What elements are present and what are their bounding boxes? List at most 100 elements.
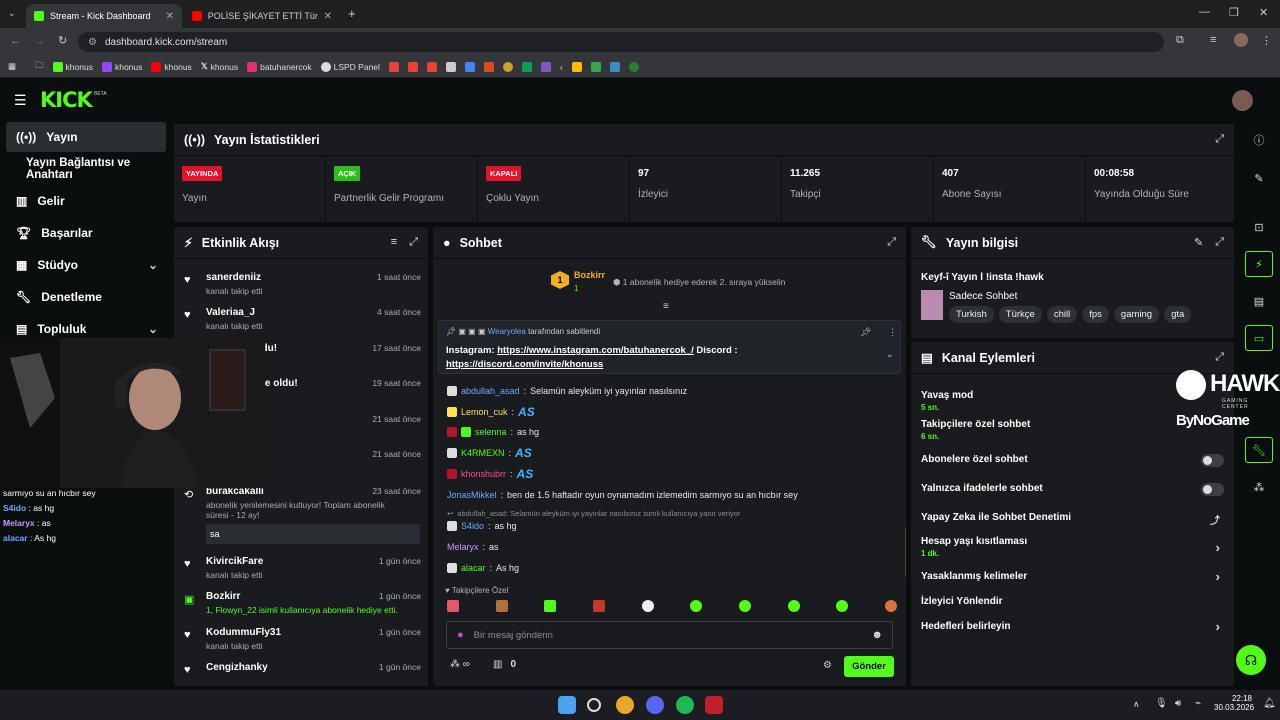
sidebar-item-gelir[interactable]: ▥ Gelir [6, 186, 166, 216]
edit-pencil-icon[interactable]: ✎ [1194, 236, 1203, 249]
subscribers-only-toggle[interactable] [1201, 454, 1224, 467]
store-button[interactable]: ▥ 0 [493, 659, 516, 670]
discord-link[interactable]: https://discord.com/invite/khonuss [446, 359, 603, 370]
action-ai-moderation[interactable]: Yapay Zeka ile Sohbet Denetimi ⤴ [921, 512, 1226, 527]
folder-icon[interactable]: 🗀 [35, 60, 44, 74]
chat-input[interactable]: ● Bir mesaj gönderin ☻ [446, 621, 893, 649]
chat-username[interactable]: Lemon_cuk [461, 407, 508, 417]
extensions-icon[interactable]: ⧉ [1176, 34, 1184, 47]
chat-username[interactable]: JonasMikkel [447, 490, 497, 500]
chat-username[interactable]: S4ido [461, 521, 484, 531]
action-banned-words[interactable]: Yasaklanmış kelimeler › [921, 569, 1226, 584]
unpin-icon[interactable]: 📌︎ [860, 327, 871, 338]
volume-icon[interactable]: 🔊︎ [1175, 698, 1181, 709]
forms-icon[interactable] [540, 61, 551, 72]
close-tab-icon[interactable]: ✕ [324, 11, 332, 22]
bookmark-youtube[interactable]: khonus [151, 61, 192, 72]
forward-icon[interactable]: → [34, 35, 45, 47]
maximize-icon[interactable]: ❐ [1229, 6, 1239, 19]
send-button[interactable]: Gönder [844, 656, 894, 677]
bookmark-icon[interactable] [502, 61, 513, 72]
apps-icon[interactable]: ⁂ [1245, 474, 1273, 500]
action-raid[interactable]: İzleyici Yönlendir [921, 596, 1226, 607]
popout-icon[interactable]: ⤢ [1215, 133, 1224, 146]
chat-username[interactable]: K4RMEXN [461, 448, 505, 458]
chat-username[interactable]: abdullah_asad [461, 386, 520, 396]
gmail-icon[interactable] [407, 61, 418, 72]
site-info-icon[interactable]: ⚙ [88, 37, 97, 48]
sidebar-item-yayin[interactable]: ((•)) Yayın [6, 122, 166, 152]
microphone-icon[interactable]: ● [457, 629, 464, 641]
popout-icon[interactable]: ⤢ [1215, 236, 1224, 249]
bookmark-icon[interactable] [483, 61, 494, 72]
stream-category[interactable]: Sadece Sohbet [949, 291, 1017, 302]
clock[interactable]: 22:18 30.03.2026 [1214, 694, 1254, 712]
chat-username[interactable]: selenna [475, 427, 507, 437]
bookmark-icon[interactable]: ‹ [560, 62, 563, 72]
popout-icon[interactable]: ⤢ [887, 236, 896, 249]
chat-bubble-icon[interactable]: ▭ [1245, 325, 1273, 351]
document-icon[interactable] [445, 61, 456, 72]
network-icon[interactable]: ⌁ [1195, 698, 1201, 709]
hamburger-menu-icon[interactable]: ☰ [14, 92, 27, 109]
edit-pencil-icon[interactable]: ✎ [1245, 165, 1273, 191]
notes-icon[interactable]: ▤ [1245, 288, 1273, 314]
more-options-icon[interactable]: ⋮ [888, 327, 897, 338]
address-bar[interactable]: ⚙ dashboard.kick.com/stream [78, 32, 1164, 52]
menu-icon[interactable]: ⋮ [1261, 34, 1272, 47]
apps-icon[interactable]: ▦ [8, 61, 16, 72]
support-icon[interactable]: ☊ [1236, 645, 1266, 675]
gmail-icon[interactable] [388, 61, 399, 72]
emote-icon[interactable] [690, 600, 703, 612]
close-window-icon[interactable]: ✕ [1259, 6, 1268, 19]
emote-icon[interactable] [592, 600, 605, 612]
gifter-name[interactable]: Bozkirr [574, 270, 605, 280]
camera-icon[interactable]: ⊡ [1245, 214, 1273, 240]
chevron-down-icon[interactable]: ⌄ [886, 349, 894, 360]
sidebar-item-basarilar[interactable]: 🏆︎ Başarılar [6, 218, 166, 248]
sidebar-item-stream-key[interactable]: Yayın Bağlantısı ve Anahtarı [6, 154, 176, 184]
popout-icon[interactable]: ⤢ [409, 236, 418, 249]
emote-icon[interactable] [836, 600, 849, 612]
chrome-icon[interactable] [616, 696, 634, 714]
notification-icon[interactable]: 🔔︎ [1263, 698, 1276, 709]
sidebar-item-studyo[interactable]: ▦ Stüdyo ⌄ [6, 250, 166, 280]
points-icon[interactable]: ⁂ ∞ [450, 659, 470, 670]
sheets-icon[interactable] [521, 61, 532, 72]
wrench-icon[interactable]: 🔧︎ [1245, 437, 1273, 463]
emoji-icon[interactable]: ☻ [871, 629, 883, 641]
bookmark-instagram[interactable]: batuhanercok [247, 61, 312, 72]
bookmark-x[interactable]: 𝕏khonus [201, 61, 238, 72]
chat-username[interactable]: Melaryx [447, 542, 479, 552]
back-icon[interactable]: ← [10, 35, 21, 47]
bookmark-lspd[interactable]: LSPD Panel [320, 61, 380, 72]
minimize-icon[interactable]: — [1199, 6, 1210, 18]
lightning-icon[interactable]: ⚡︎ [1245, 251, 1273, 277]
emote-icon[interactable] [787, 600, 800, 612]
bookmark-icon[interactable] [628, 61, 639, 72]
filter-icon[interactable]: ≡ [391, 236, 397, 249]
microphone-icon[interactable]: 🎙︎ [1155, 698, 1168, 709]
settings-gear-icon[interactable]: ⚙ [823, 660, 832, 671]
user-avatar[interactable] [1232, 90, 1253, 111]
bookmark-twitch[interactable]: khonus [101, 61, 142, 72]
sidebar-item-denetleme[interactable]: 🔧︎ Denetleme [6, 282, 166, 312]
search-icon[interactable] [587, 698, 601, 712]
profile-avatar[interactable] [1234, 33, 1248, 47]
calendar-icon[interactable] [464, 61, 475, 72]
drive-icon[interactable] [590, 61, 601, 72]
media-icon[interactable]: ≡ [1210, 34, 1216, 46]
emote-icon[interactable] [447, 600, 459, 612]
tray-chevron-icon[interactable]: ∧ [1133, 699, 1140, 710]
reload-icon[interactable]: ↻ [58, 34, 67, 47]
bookmark-icon[interactable] [609, 61, 620, 72]
chat-username[interactable]: khonshubrr [461, 469, 506, 479]
action-account-age[interactable]: Hesap yaşı kısıtlaması 1 dk. › [921, 536, 1226, 558]
app-icon[interactable] [705, 696, 723, 714]
kick-logo[interactable]: KICK [40, 88, 93, 112]
tab-kick-dashboard[interactable]: Stream - Kick Dashboard ✕ [26, 4, 182, 28]
tab-youtube[interactable]: POLİSE ŞİKAYET ETTİ Türkiye'de ✕ [184, 4, 340, 28]
emote-only-toggle[interactable] [1201, 483, 1224, 496]
emote-icon[interactable] [641, 600, 654, 612]
action-goals[interactable]: Hedefleri belirleyin › [921, 619, 1226, 634]
